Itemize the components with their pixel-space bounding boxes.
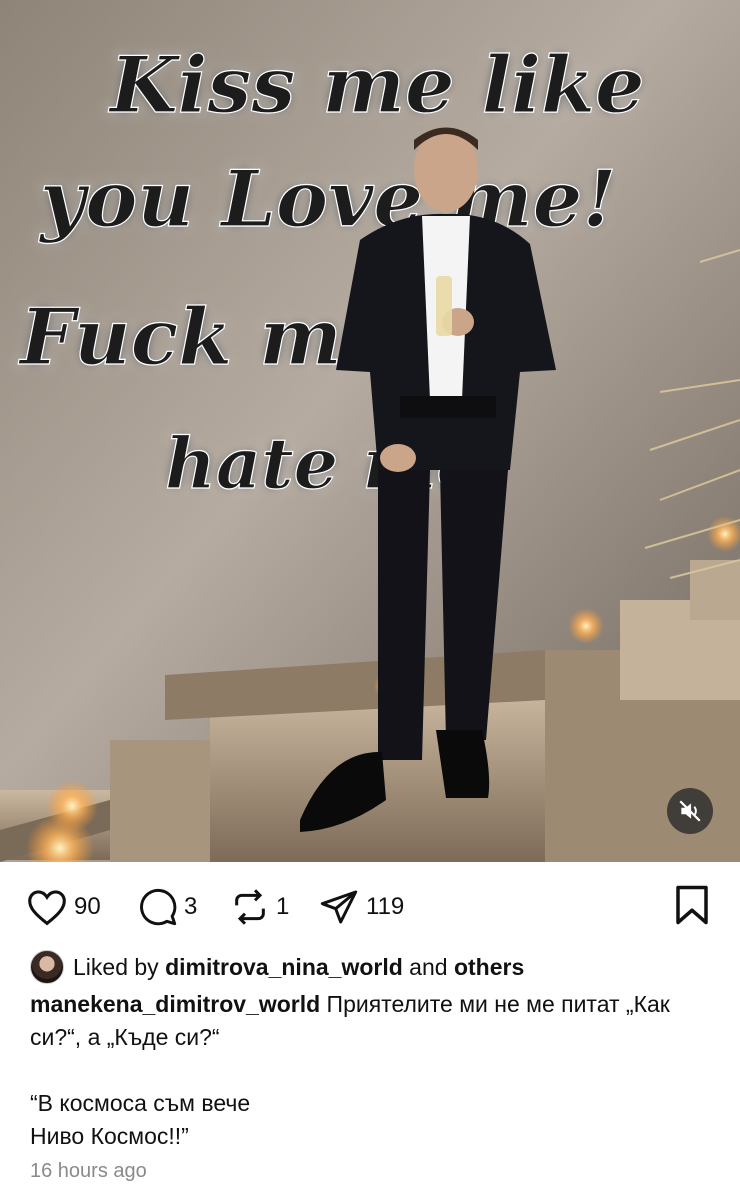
repost-count: 1	[276, 893, 290, 920]
share-count: 119	[366, 893, 405, 920]
post-photo: Kiss me like you Love me! Fuck me hate m…	[0, 0, 740, 862]
sign-line-3: Fuck me	[18, 292, 392, 383]
send-icon	[320, 890, 358, 924]
share-button[interactable]: 119	[318, 882, 404, 932]
heart-icon	[28, 890, 66, 926]
comment-button[interactable]: 3	[138, 882, 197, 932]
repost-button[interactable]: 1	[230, 882, 289, 932]
liked-by-user[interactable]: dimitrova_nina_world	[165, 954, 403, 981]
liked-by-joiner: and	[409, 953, 448, 980]
speaker-muted-icon	[679, 800, 701, 822]
sign-line-2: you Love me!	[38, 154, 617, 245]
repost-icon	[235, 889, 265, 925]
post-actions: 90 3 1 119	[0, 882, 740, 932]
liked-by-row[interactable]: Liked by dimitrova_nina_world and others	[30, 950, 524, 984]
post-timestamp: 16 hours ago	[30, 1160, 147, 1182]
like-count: 90	[74, 893, 101, 920]
comment-icon	[140, 888, 177, 926]
like-button[interactable]: 90	[26, 882, 101, 932]
bookmark-icon	[676, 885, 708, 925]
caption-username[interactable]: manekena_dimitrov_world	[30, 991, 320, 1017]
sign-line-1: Kiss me like	[108, 40, 645, 131]
save-button[interactable]	[674, 884, 710, 931]
comment-count: 3	[184, 893, 198, 920]
liked-by-prefix: Liked by	[73, 953, 159, 980]
post-caption: manekena_dimitrov_world Приятелите ми не…	[30, 988, 720, 1153]
liked-by-others[interactable]: others	[454, 954, 524, 981]
mute-button[interactable]	[667, 788, 713, 834]
avatar[interactable]	[30, 950, 64, 984]
post-media[interactable]: Kiss me like you Love me! Fuck me hate m…	[0, 0, 740, 862]
